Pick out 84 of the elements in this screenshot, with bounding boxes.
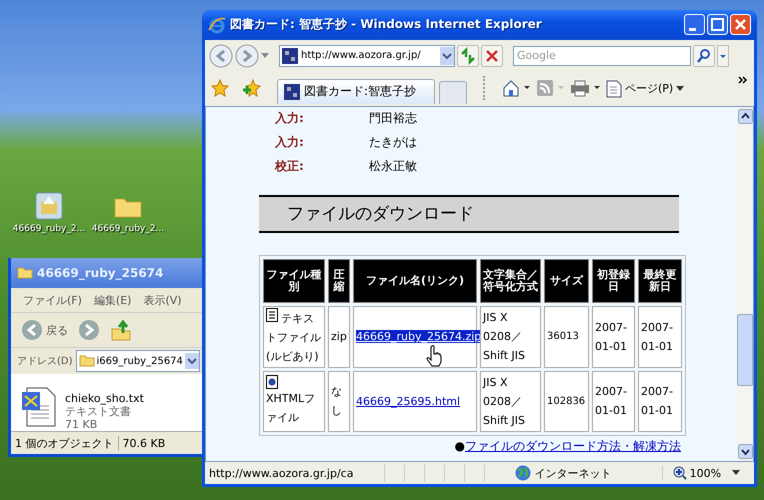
- caret-icon[interactable]: [261, 52, 269, 59]
- credit-value: たきがは: [369, 134, 418, 151]
- maximize-icon[interactable]: [707, 14, 728, 36]
- caret-icon: [732, 470, 740, 476]
- zoom-control[interactable]: 100%: [662, 466, 754, 480]
- file-link[interactable]: 46669_25695.html: [356, 394, 460, 408]
- scroll-down-icon[interactable]: [738, 444, 752, 460]
- security-zone: インターネット: [534, 466, 612, 481]
- window-title: 図書カード: 智恵子抄 - Windows Internet Explorer: [230, 16, 542, 34]
- table-cell: 36013: [544, 306, 589, 368]
- table-cell: 2007-01-01: [592, 306, 635, 368]
- folder-icon: [17, 265, 33, 281]
- chevron-icon[interactable]: [738, 76, 748, 84]
- column-header: 文字集合／符号化方式: [480, 258, 541, 303]
- table-cell: テキストファイル(ルビあり): [263, 306, 325, 368]
- vertical-scrollbar[interactable]: [737, 106, 753, 462]
- table-cell: 2007-01-01: [592, 370, 635, 432]
- folder-up-icon[interactable]: [110, 319, 132, 341]
- dropdown-icon[interactable]: [440, 46, 454, 65]
- table-cell: 2007-01-01: [638, 370, 682, 432]
- address-field[interactable]: http://www.aozora.gr.jp/: [279, 44, 455, 67]
- table-cell: JIS X 0208／Shift JIS: [480, 370, 541, 432]
- address-field[interactable]: i669_ruby_25674: [76, 350, 200, 372]
- folder-icon: [78, 353, 95, 369]
- text-file-icon: [266, 308, 278, 322]
- file-name[interactable]: chieko_sho.txt: [65, 392, 144, 405]
- add-star-icon[interactable]: [243, 78, 261, 97]
- back-button[interactable]: 戻る: [21, 319, 68, 341]
- zoom-icon: [672, 466, 687, 480]
- file-link[interactable]: 46669_ruby_25674.zip: [356, 330, 482, 344]
- table-cell: 102836: [544, 370, 589, 432]
- search-icon[interactable]: [693, 44, 715, 67]
- table-cell: 2007-01-01: [638, 306, 682, 368]
- stop-icon[interactable]: [481, 44, 503, 67]
- table-cell: なし: [328, 370, 350, 432]
- credit-label: 入力:: [274, 134, 305, 151]
- status-text: 70.6 KB: [122, 436, 166, 450]
- e-logo-icon: [208, 16, 226, 34]
- column-header: サイズ: [544, 258, 589, 303]
- web-file-icon: [266, 375, 278, 390]
- bullet: ●: [454, 439, 465, 454]
- menu-item[interactable]: 編集(E): [94, 292, 132, 308]
- status-text: http://www.aozora.gr.jp/ca: [208, 466, 354, 480]
- home-icon[interactable]: [502, 78, 532, 97]
- dropdown-icon[interactable]: [184, 353, 199, 369]
- table-cell: zip: [328, 306, 350, 368]
- archive-folder-icon[interactable]: [33, 190, 65, 222]
- column-header: 圧縮: [328, 258, 350, 303]
- refresh-icon[interactable]: [457, 44, 479, 67]
- search-field[interactable]: Google: [513, 46, 691, 66]
- scroll-thumb[interactable]: [737, 314, 753, 386]
- text-document-icon[interactable]: [21, 386, 57, 428]
- caret-icon: [676, 86, 684, 92]
- section-heading: ファイルのダウンロード: [286, 203, 474, 226]
- status-text: 1 個のオブジェクト: [11, 436, 118, 450]
- window-title: 46669_ruby_25674: [37, 266, 164, 280]
- table-cell: XHTMLファイル: [263, 370, 325, 432]
- printer-icon[interactable]: [570, 78, 602, 97]
- site-logo-icon: [282, 48, 298, 64]
- column-header: 初登録日: [592, 258, 635, 303]
- page-icon: [606, 80, 622, 98]
- help-link[interactable]: ファイルのダウンロード方法・解凍方法: [465, 438, 681, 455]
- column-header: 最終更新日: [638, 258, 682, 303]
- credit-value: 門田裕志: [369, 110, 418, 127]
- close-icon[interactable]: [730, 14, 751, 36]
- column-header: ファイル種別: [263, 258, 325, 303]
- scroll-up-icon[interactable]: [738, 108, 752, 124]
- page-menu[interactable]: ページ(P): [606, 80, 684, 98]
- credit-label: 入力:: [274, 110, 305, 127]
- credit-value: 松永正敏: [369, 158, 418, 175]
- menu-item[interactable]: 表示(V): [143, 292, 182, 308]
- globe-icon: [514, 465, 531, 482]
- menu-item[interactable]: ファイル(F): [23, 292, 82, 308]
- site-logo-icon: [284, 84, 300, 100]
- column-header: ファイル名(リンク): [353, 258, 477, 303]
- caret-icon[interactable]: [717, 44, 729, 67]
- file-type: テキスト文書: [65, 405, 132, 418]
- minimize-icon[interactable]: [684, 14, 705, 36]
- file-size: 71 KB: [65, 418, 98, 431]
- browser-tab[interactable]: 図書カード:智恵子抄: [277, 78, 435, 104]
- table-cell: JIS X 0208／Shift JIS: [480, 306, 541, 368]
- address-label: アドレス(D): [17, 355, 73, 368]
- star-icon[interactable]: [211, 78, 229, 97]
- credit-label: 校正:: [274, 158, 305, 175]
